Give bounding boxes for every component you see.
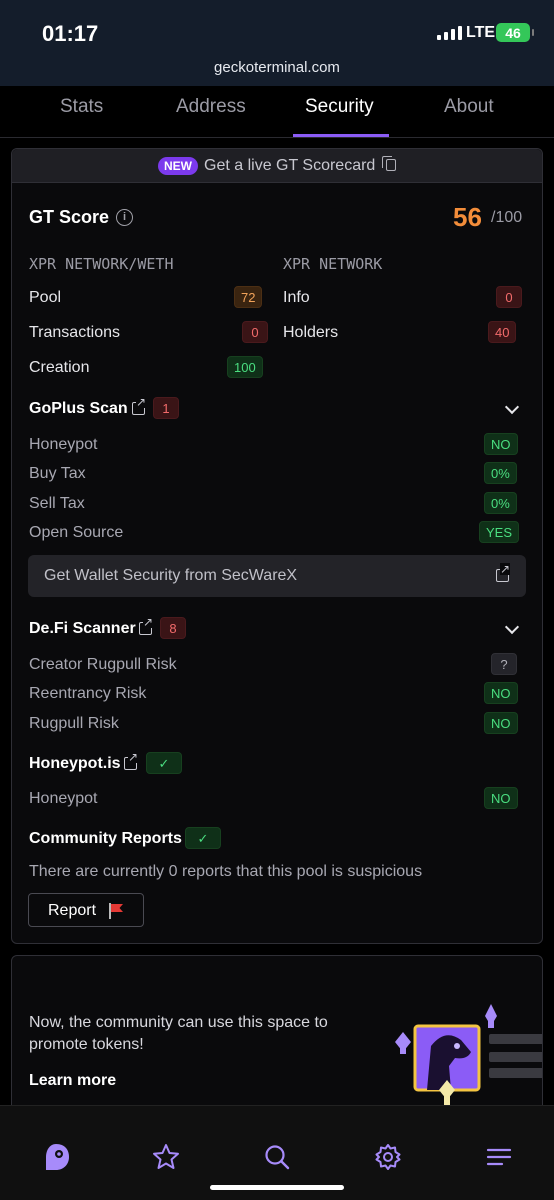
new-badge: NEW [158, 157, 198, 175]
community-reports-text: There are currently 0 reports that this … [29, 863, 423, 880]
reentrancy-label: Reentrancy Risk [29, 685, 147, 702]
tab-bar: Stats Address Security About [0, 86, 554, 138]
pool-score: 72 [234, 286, 263, 308]
buy-tax-label: Buy Tax [29, 465, 86, 482]
wallet-security-button[interactable]: Get Wallet Security from SecWareX [28, 555, 526, 597]
honeypot-is-honeypot-value: NO [484, 787, 518, 809]
buy-tax-value: 0% [484, 462, 517, 484]
gt-score-title: GT Score [29, 207, 110, 227]
menu-icon[interactable] [484, 1142, 514, 1172]
defi-title[interactable]: De.Fi Scanner [29, 620, 136, 638]
tab-about[interactable]: About [444, 96, 494, 118]
goplus-honeypot-value: NO [484, 433, 518, 455]
gt-score-value: 56 [453, 202, 482, 232]
active-tab-indicator [293, 134, 389, 137]
token-header: XPR NETWORK [283, 255, 383, 273]
community-reports-check: ✓ [185, 827, 221, 849]
promo-text: Now, the community can use this space to… [29, 1014, 328, 1053]
gt-score-max: /100 [491, 209, 523, 226]
sell-tax-value: 0% [484, 492, 517, 514]
promo-card: Now, the community can use this space to… [11, 955, 543, 1115]
status-bar: 01:17 LTE 46 geckoterminal.com [0, 0, 554, 86]
sell-tax-label: Sell Tax [29, 495, 85, 512]
info-icon[interactable]: i [116, 209, 133, 226]
defi-count-badge: 8 [160, 617, 186, 639]
gecko-logo-icon[interactable] [41, 1142, 71, 1172]
tab-stats[interactable]: Stats [60, 96, 103, 118]
reentrancy-value: NO [484, 682, 518, 704]
copy-icon [382, 156, 396, 171]
rugpull-risk-value: NO [484, 712, 518, 734]
honeypot-is-honeypot-label: Honeypot [29, 790, 98, 807]
creation-score: 100 [227, 356, 263, 378]
holders-label: Holders [283, 324, 339, 341]
goplus-honeypot-label: Honeypot [29, 436, 98, 453]
goplus-count-badge: 1 [153, 397, 179, 419]
holders-score: 40 [488, 321, 517, 343]
tab-security[interactable]: Security [305, 96, 374, 118]
chevron-down-icon[interactable] [504, 619, 520, 635]
star-icon[interactable] [151, 1142, 181, 1172]
banner-text: Get a live GT Scorecard [204, 157, 376, 174]
battery-icon: 46 [496, 23, 534, 42]
url-bar[interactable]: geckoterminal.com [0, 59, 554, 76]
scorecard-banner[interactable]: NEW Get a live GT Scorecard [12, 149, 542, 183]
wallet-security-label: Get Wallet Security from SecWareX [44, 567, 298, 584]
goplus-title[interactable]: GoPlus Scan [29, 400, 128, 418]
external-link-icon[interactable] [132, 396, 147, 415]
creator-rugpull-label: Creator Rugpull Risk [29, 656, 177, 673]
external-link-icon[interactable] [124, 751, 139, 770]
promo-illustration [395, 1004, 542, 1108]
battery-level: 46 [505, 24, 521, 41]
security-card: NEW Get a live GT Scorecard GT Score i 5… [11, 148, 543, 944]
report-button[interactable]: Report [28, 893, 144, 927]
network-label: LTE [466, 24, 496, 41]
chevron-down-icon[interactable] [504, 399, 520, 415]
gear-icon[interactable] [373, 1142, 403, 1172]
rugpull-risk-label: Rugpull Risk [29, 715, 119, 732]
transactions-label: Transactions [29, 324, 120, 341]
report-label: Report [48, 902, 97, 919]
external-link-icon [496, 563, 511, 582]
pair-header: XPR NETWORK/WETH [29, 255, 174, 273]
learn-more-link[interactable]: Learn more [29, 1072, 116, 1090]
clock: 01:17 [42, 21, 99, 46]
external-link-icon[interactable] [139, 616, 154, 635]
info-label: Info [283, 289, 310, 306]
transactions-score: 0 [242, 321, 268, 343]
creator-rugpull-value: ? [491, 653, 517, 675]
red-flag-icon [109, 903, 123, 919]
pool-label: Pool [29, 289, 62, 306]
info-score: 0 [496, 286, 522, 308]
creation-label: Creation [29, 359, 90, 376]
honeypot-is-title[interactable]: Honeypot.is [29, 755, 121, 773]
home-indicator [210, 1185, 344, 1190]
tab-address[interactable]: Address [176, 96, 246, 118]
open-source-label: Open Source [29, 524, 124, 541]
signal-icon [437, 26, 462, 40]
search-icon[interactable] [262, 1142, 292, 1172]
community-reports-title: Community Reports [29, 830, 182, 847]
honeypot-is-check: ✓ [146, 752, 182, 774]
open-source-value: YES [479, 521, 520, 543]
